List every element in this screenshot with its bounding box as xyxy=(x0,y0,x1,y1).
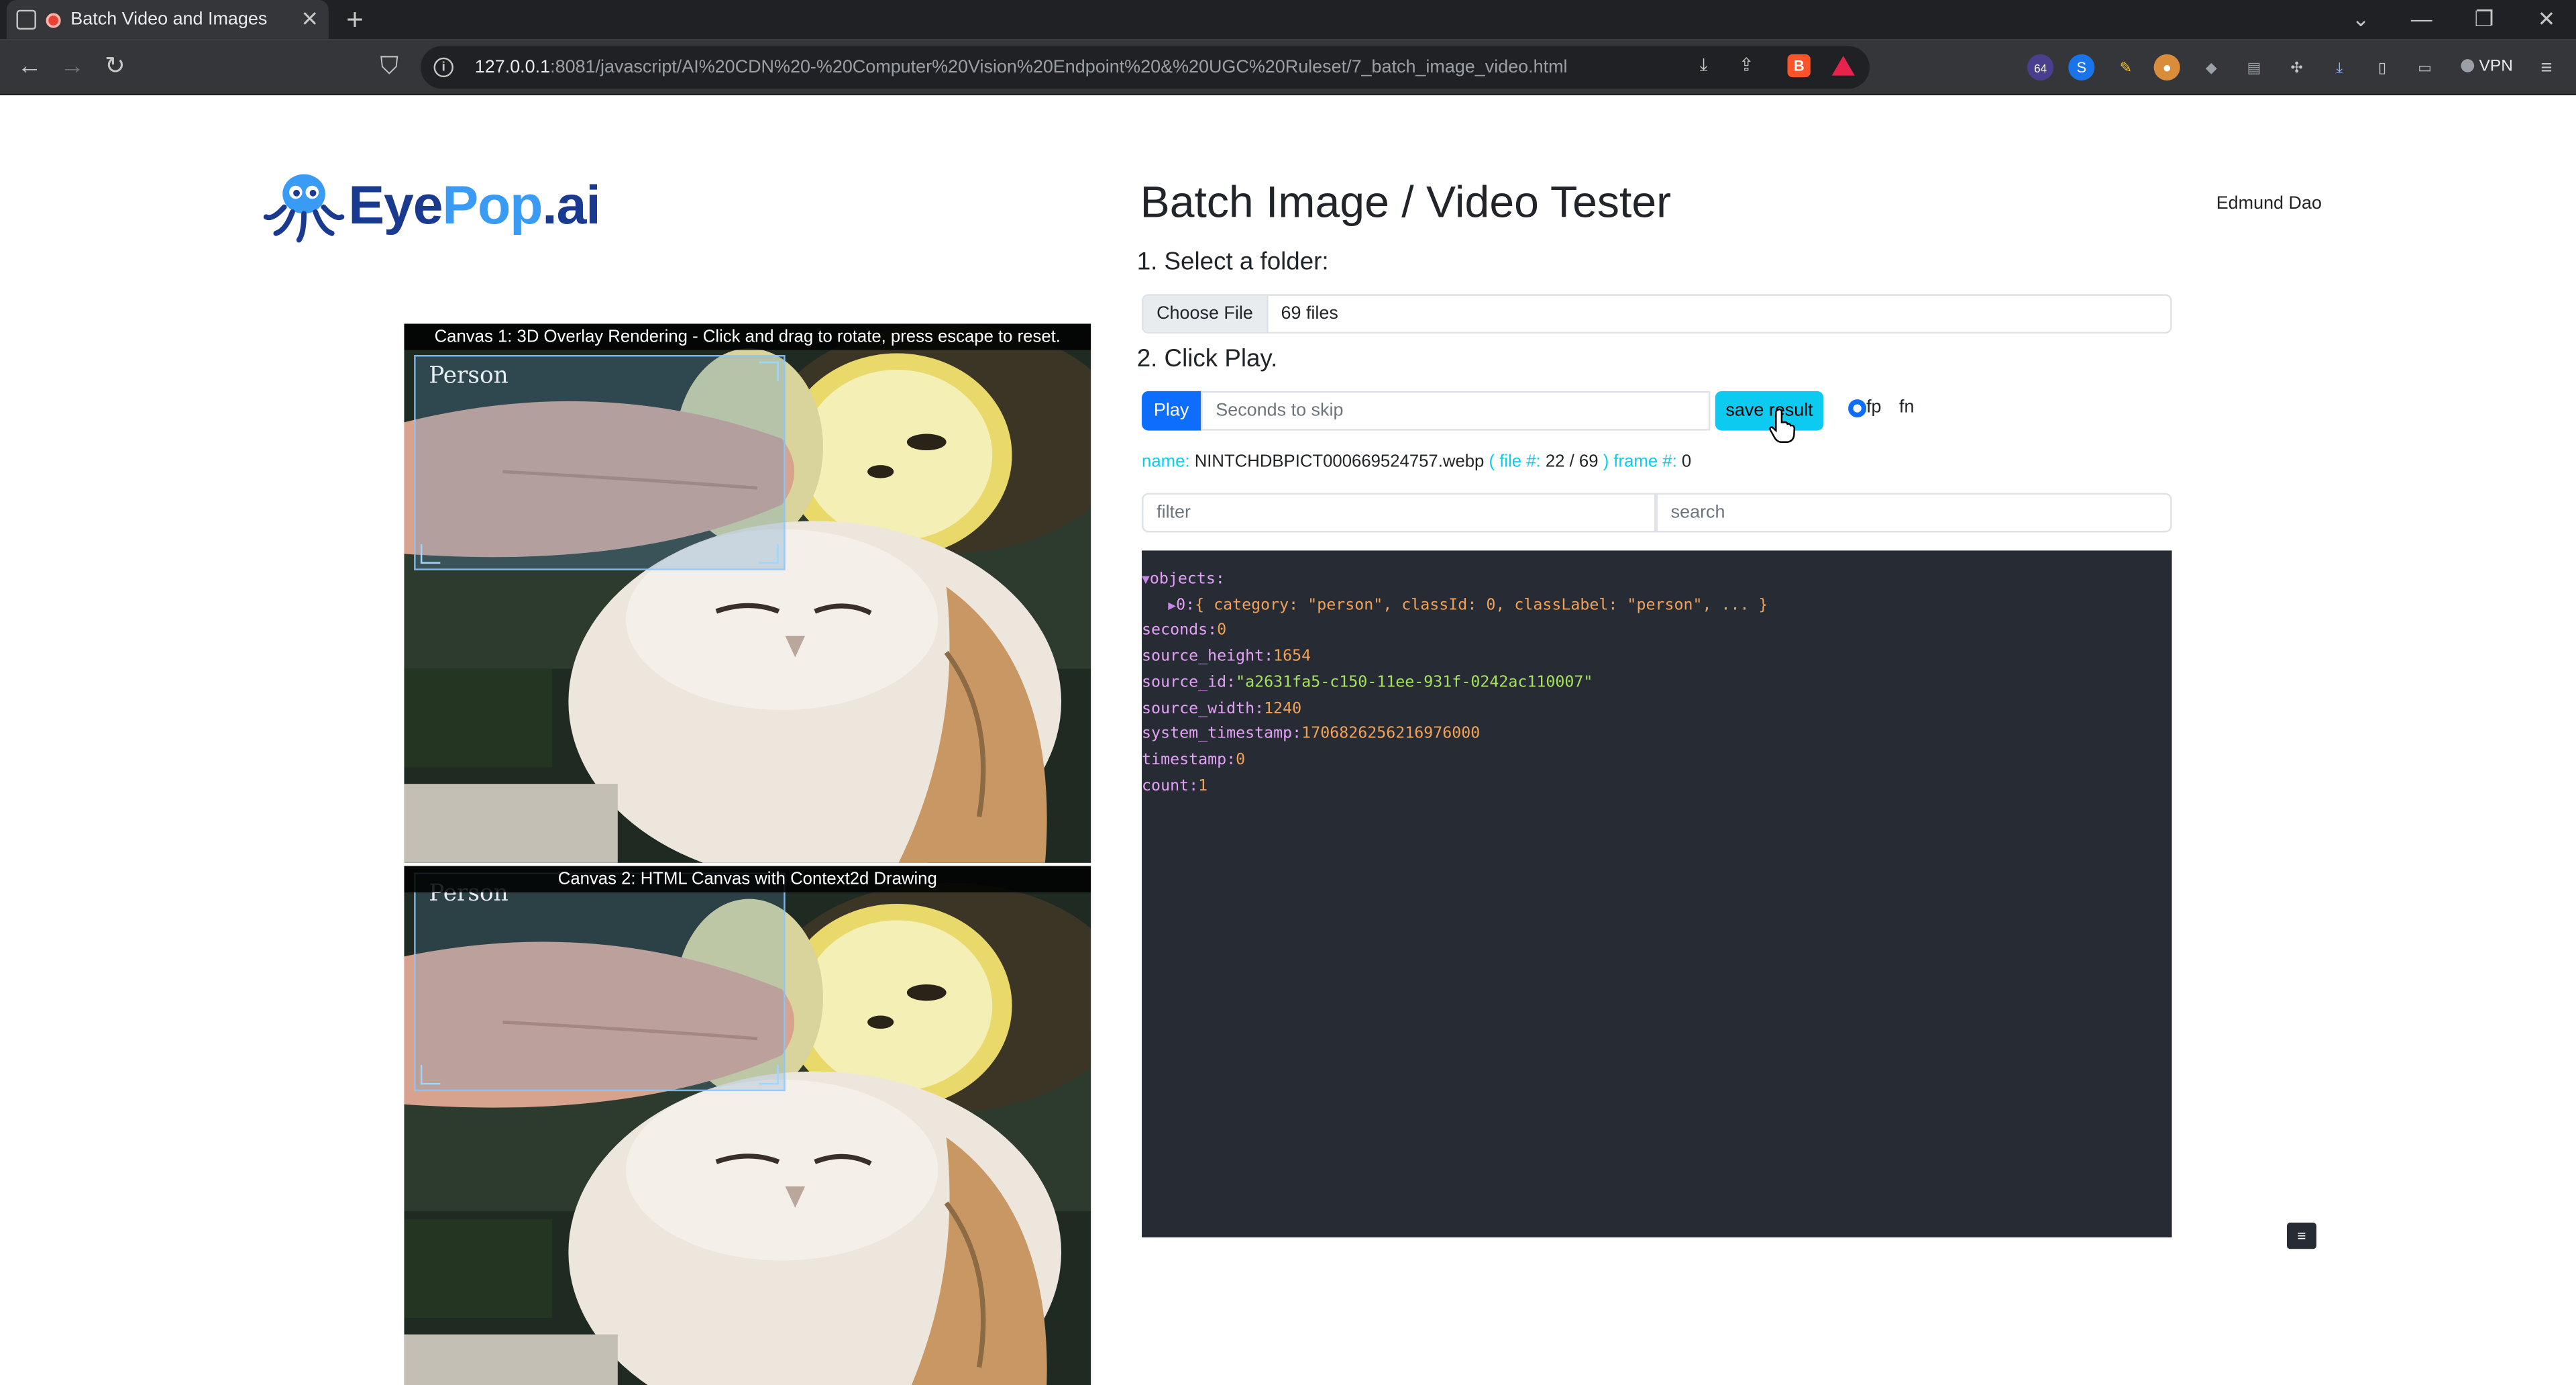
fp-radio[interactable] xyxy=(1848,399,1867,418)
octopus-icon xyxy=(263,174,345,243)
browser-tab[interactable]: Batch Video and Images ✕ xyxy=(6,0,329,40)
expand-triangle-icon[interactable]: ▶ xyxy=(1168,598,1176,613)
user-name[interactable]: Edmund Dao xyxy=(2216,194,2322,213)
url-text[interactable]: 127.0.0.1:8081/javascript/AI%20CDN%20-%2… xyxy=(475,58,1568,77)
forward-arrow-icon[interactable]: → xyxy=(54,49,91,85)
download-icon[interactable]: ⤓ xyxy=(1692,54,1715,77)
browser-tab-bar: Batch Video and Images ✕ + ⌄ — ❐ ✕ xyxy=(0,0,2576,40)
json-object-0[interactable]: ▶0:{ category: "person", classId: 0, cla… xyxy=(1142,593,2172,618)
reload-icon[interactable]: ↻ xyxy=(97,49,133,85)
file-status: name: NINTCHDBPICT000669524757.webp ( fi… xyxy=(1142,452,1692,472)
downloads-icon[interactable]: ⤓ xyxy=(2326,54,2353,81)
canvas-3d-overlay[interactable]: Canvas 1: 3D Overlay Rendering - Click a… xyxy=(404,323,1091,863)
extension-avatar-icon[interactable]: 64 xyxy=(2027,54,2054,81)
json-menu-button[interactable]: ≡ xyxy=(2287,1223,2317,1249)
choose-file-button[interactable]: Choose File xyxy=(1143,295,1268,332)
brave-rewards-icon[interactable] xyxy=(1831,56,1855,79)
tab-title: Batch Video and Images xyxy=(70,9,268,30)
extension-pen-icon[interactable]: ✎ xyxy=(2112,54,2139,81)
json-viewer[interactable]: ▼objects: ▶0:{ category: "person", class… xyxy=(1142,550,2172,1238)
fn-radio-label[interactable]: fn xyxy=(1899,398,1915,417)
brave-shields-icon[interactable]: B xyxy=(1787,54,1811,78)
new-tab-button[interactable]: + xyxy=(338,3,371,36)
file-index: 22 / 69 xyxy=(1545,452,1599,472)
page-title: Batch Image / Video Tester xyxy=(1140,177,1672,227)
extension-panel-icon[interactable]: ▤ xyxy=(2241,54,2267,81)
collapse-triangle-icon[interactable]: ▼ xyxy=(1142,572,1150,586)
person-bounding-box[interactable]: Person xyxy=(414,872,786,1092)
extension-puzzle-icon[interactable]: ◆ xyxy=(2198,54,2224,81)
bookmark-icon[interactable]: ⛉ xyxy=(371,49,407,85)
tab-favicon-icon xyxy=(16,9,36,30)
hand-cursor-icon xyxy=(1769,408,1796,444)
main-menu-icon[interactable]: ≡ xyxy=(2533,54,2559,81)
recording-indicator-icon xyxy=(46,12,61,28)
site-info-icon[interactable]: i xyxy=(433,57,453,78)
extension-s-icon[interactable]: S xyxy=(2068,54,2095,81)
seconds-to-skip-input[interactable]: Seconds to skip xyxy=(1201,391,1711,431)
filter-input[interactable]: filter xyxy=(1142,493,1656,533)
file-count: 69 files xyxy=(1281,304,1338,324)
step2-heading: 2. Click Play. xyxy=(1136,345,1278,373)
search-input[interactable]: search xyxy=(1656,493,2172,533)
wallet-icon[interactable]: ▭ xyxy=(2412,54,2438,81)
tab-close-icon[interactable]: ✕ xyxy=(301,7,319,33)
play-button[interactable]: Play xyxy=(1142,391,1201,431)
minimize-button[interactable]: — xyxy=(2392,0,2451,40)
file-name: NINTCHDBPICT000669524757.webp xyxy=(1194,452,1485,472)
vpn-button[interactable]: VPN xyxy=(2451,51,2523,84)
folder-file-input[interactable]: Choose File 69 files xyxy=(1142,294,2172,334)
person-bounding-box[interactable]: Person xyxy=(414,354,786,570)
share-icon[interactable]: ⇪ xyxy=(1735,54,1758,77)
step1-heading: 1. Select a folder: xyxy=(1136,248,1329,276)
eyepop-logo: EyePop.ai xyxy=(263,168,601,244)
canvas2-caption: Canvas 2: HTML Canvas with Context2d Dra… xyxy=(404,866,1091,892)
browser-toolbar: ← → ↻ ⛉ i 127.0.0.1:8081/javascript/AI%2… xyxy=(0,39,2576,96)
canvas-2d-drawing[interactable]: Canvas 2: HTML Canvas with Context2d Dra… xyxy=(404,866,1091,1385)
back-arrow-icon[interactable]: ← xyxy=(11,49,48,85)
page-content: EyePop.ai Batch Image / Video Tester Edm… xyxy=(0,95,2576,1385)
detection-label: Person xyxy=(429,363,508,390)
canvas1-caption: Canvas 1: 3D Overlay Rendering - Click a… xyxy=(404,323,1091,350)
extension-cookie-icon[interactable]: ● xyxy=(2153,54,2180,81)
sidebar-icon[interactable]: ▯ xyxy=(2369,54,2395,81)
json-key-objects[interactable]: objects: xyxy=(1150,570,1225,588)
tab-search-chevron-icon[interactable]: ⌄ xyxy=(2331,0,2390,40)
close-window-button[interactable]: ✕ xyxy=(2517,0,2576,40)
address-bar[interactable]: i 127.0.0.1:8081/javascript/AI%20CDN%20-… xyxy=(420,46,1870,89)
fp-radio-label[interactable]: fp xyxy=(1866,398,1882,417)
restore-button[interactable]: ❐ xyxy=(2455,0,2514,40)
frame-index: 0 xyxy=(1681,452,1692,472)
extensions-menu-icon[interactable]: ✣ xyxy=(2284,54,2310,81)
